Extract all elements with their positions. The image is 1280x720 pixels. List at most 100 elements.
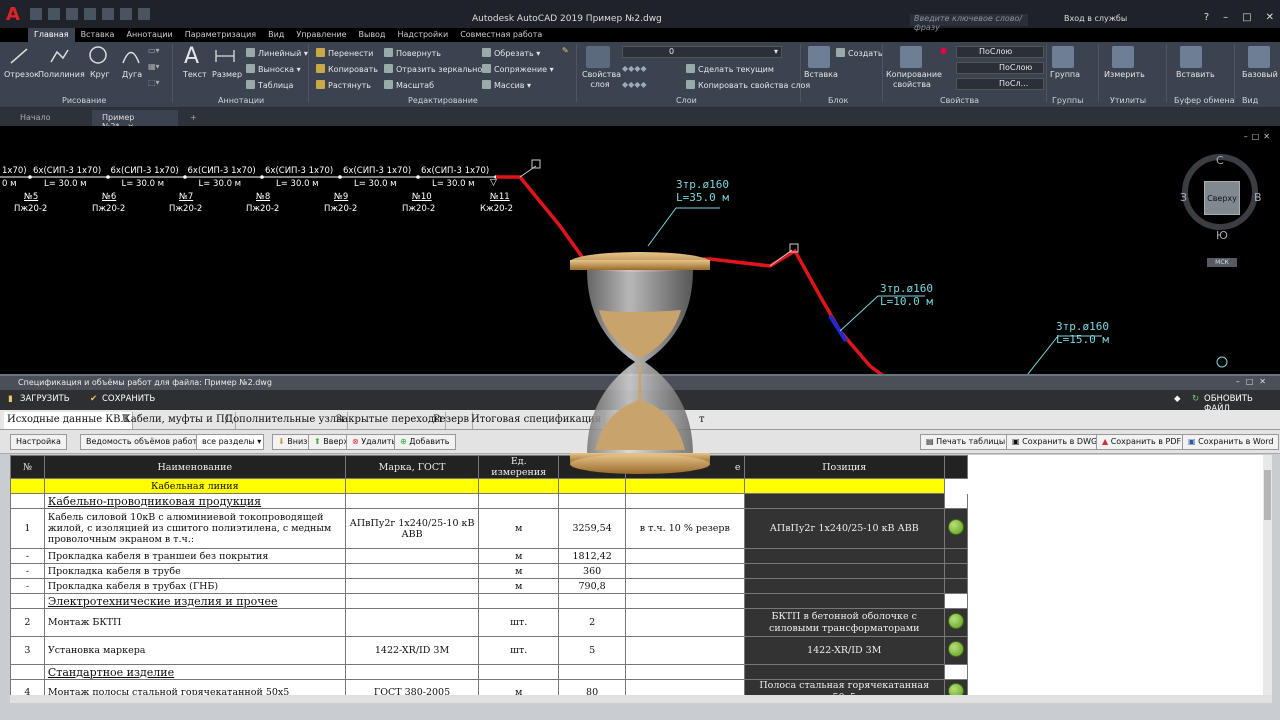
layer-properties-icon[interactable]: [586, 46, 610, 68]
save-pdf-button[interactable]: ▲ Сохранить в PDF: [1096, 434, 1188, 450]
sections-dropdown[interactable]: все разделы ▾: [196, 434, 264, 450]
row-unit[interactable]: шт.: [478, 608, 560, 637]
row-name[interactable]: Прокладка кабеля в траншеи без покрытия: [43, 548, 346, 564]
pole-marker[interactable]: [28, 175, 32, 179]
table-button[interactable]: Таблица: [246, 80, 293, 90]
pole-type[interactable]: Пж20-2: [92, 204, 125, 214]
save-icon[interactable]: [66, 8, 78, 20]
copy-button[interactable]: Копировать: [316, 64, 378, 74]
row-name[interactable]: Монтаж БКТП: [43, 608, 346, 637]
print-table-button[interactable]: ▤ Печать таблицы: [920, 434, 1012, 450]
row-note[interactable]: [625, 608, 745, 637]
layer-tools-icon[interactable]: ◆◆◆◆: [622, 64, 647, 73]
boundary-icon[interactable]: ⬚▾: [148, 78, 160, 87]
layer-tools2-icon[interactable]: ◆◆◆◆: [622, 80, 647, 89]
row-status[interactable]: [943, 508, 968, 549]
row-position[interactable]: Полоса стальная горячекатанная 50х5: [743, 679, 945, 695]
viewcube-south[interactable]: Ю: [1216, 229, 1228, 242]
polyline-button[interactable]: Полилиния: [38, 70, 85, 79]
row-qty[interactable]: 790,8: [558, 578, 627, 594]
rotate-button[interactable]: Повернуть: [384, 48, 441, 58]
row-status[interactable]: [943, 563, 968, 579]
cable-label[interactable]: 6х(СИП-3 1х70): [111, 166, 179, 176]
cable-length[interactable]: 0 м: [2, 179, 17, 189]
arc-icon[interactable]: [120, 46, 142, 66]
pole-number[interactable]: №10: [412, 192, 432, 202]
row-status[interactable]: [943, 636, 968, 665]
scrollbar-thumb[interactable]: [1264, 470, 1271, 520]
signin-button[interactable]: Вход в службы: [1064, 14, 1127, 23]
stretch-button[interactable]: Растянуть: [316, 80, 371, 90]
spec-window-controls[interactable]: –□✕: [1236, 377, 1272, 386]
open-icon[interactable]: [48, 8, 60, 20]
clipboard-group-label[interactable]: Буфер обмена: [1174, 96, 1235, 105]
base-view-icon[interactable]: [1248, 46, 1270, 68]
category-row[interactable]: Кабельная линия: [10, 478, 968, 494]
column-header[interactable]: Марка, ГОСТ: [344, 455, 480, 479]
cable-label[interactable]: 1х70): [2, 166, 27, 176]
groups-group-label[interactable]: Группы: [1052, 96, 1083, 105]
pole-number[interactable]: №9: [334, 192, 348, 202]
node-marker[interactable]: [531, 159, 541, 169]
save-button[interactable]: СОХРАНИТЬ: [102, 394, 155, 404]
row-qty[interactable]: 2: [558, 608, 627, 637]
settings-button[interactable]: Настройка: [10, 434, 67, 450]
tab-manage[interactable]: Управление: [290, 28, 352, 42]
horizontal-scrollbar[interactable]: [10, 695, 1272, 703]
view-group-label[interactable]: Вид: [1242, 96, 1258, 105]
new-tab-icon[interactable]: +: [180, 110, 207, 126]
new-icon[interactable]: [30, 8, 42, 20]
array-button[interactable]: Массив ▾: [482, 80, 531, 90]
column-header[interactable]: Ед. измерения: [478, 455, 560, 479]
hatch-icon[interactable]: ▦▾: [148, 62, 160, 71]
pole-number[interactable]: №11: [490, 192, 510, 202]
insert-block-button[interactable]: Вставка: [804, 70, 838, 79]
tab-collaborate[interactable]: Совместная работа: [454, 28, 548, 42]
pole-marker[interactable]: [106, 175, 110, 179]
layers-group-label[interactable]: Слои: [676, 96, 697, 105]
row-name[interactable]: Прокладка кабеля в трубе: [43, 563, 346, 579]
row-note[interactable]: [625, 636, 745, 665]
cable-length[interactable]: L= 30.0 м: [432, 179, 475, 189]
row-position[interactable]: [743, 578, 945, 594]
row-position[interactable]: 1422-XR/ID 3M: [743, 636, 945, 665]
text-icon[interactable]: A: [184, 44, 199, 69]
cable-length[interactable]: L= 30.0 м: [199, 179, 242, 189]
ucs-dropdown[interactable]: МСК: [1207, 258, 1237, 267]
row-qty[interactable]: 5: [558, 636, 627, 665]
statement-button[interactable]: Ведомость объёмов работ: [80, 434, 204, 450]
pole-type[interactable]: Пж20-2: [169, 204, 202, 214]
cable-length[interactable]: L= 30.0 м: [276, 179, 319, 189]
text-button[interactable]: Текст: [183, 70, 207, 79]
column-header[interactable]: Позиция: [743, 455, 945, 479]
group-icon[interactable]: [1052, 46, 1074, 68]
cable-length[interactable]: L= 30.0 м: [122, 179, 165, 189]
pipe-label[interactable]: 3тр.ø160 L=15.0 м: [1056, 320, 1109, 346]
linetype-dropdown[interactable]: ПоСлою: [956, 62, 1044, 74]
match-layer-button[interactable]: Копировать свойства слоя: [686, 80, 810, 90]
minimize-icon[interactable]: –: [1223, 12, 1228, 23]
row-position[interactable]: [743, 548, 945, 564]
pipe-label[interactable]: 3тр.ø160 L=10.0 м: [880, 282, 933, 308]
insert-block-icon[interactable]: [808, 46, 830, 68]
tab-start[interactable]: Начало: [10, 110, 61, 126]
table-row[interactable]: - Прокладка кабеля в траншеи без покрытия…: [10, 548, 968, 564]
annotation-group-label[interactable]: Аннотации: [218, 96, 264, 105]
layer-properties-button[interactable]: Свойства слоя: [582, 70, 621, 90]
viewcube-east[interactable]: В: [1254, 191, 1262, 204]
tab-insert[interactable]: Вставка: [75, 28, 121, 42]
autocad-logo-icon[interactable]: A: [0, 0, 26, 28]
section-row[interactable]: Стандартное изделие: [10, 664, 968, 680]
row-status[interactable]: [943, 578, 968, 594]
row-qty[interactable]: 360: [558, 563, 627, 579]
line-icon[interactable]: [8, 46, 30, 66]
mirror-button[interactable]: Отразить зеркально: [384, 64, 482, 74]
viewport-controls[interactable]: –□✕: [1244, 132, 1274, 141]
search-input[interactable]: Введите ключевое слово/фразу: [910, 14, 1028, 32]
linear-button[interactable]: Линейный ▾: [246, 48, 308, 58]
modify-group-label[interactable]: Редактирование: [408, 96, 478, 105]
row-position[interactable]: БКТП в бетонной оболочке с силовыми тран…: [743, 608, 945, 637]
properties-group-label[interactable]: Свойства: [940, 96, 979, 105]
tab-cables[interactable]: Кабели, муфты и ПС: [120, 412, 237, 429]
column-header[interactable]: Наименование: [43, 455, 346, 479]
